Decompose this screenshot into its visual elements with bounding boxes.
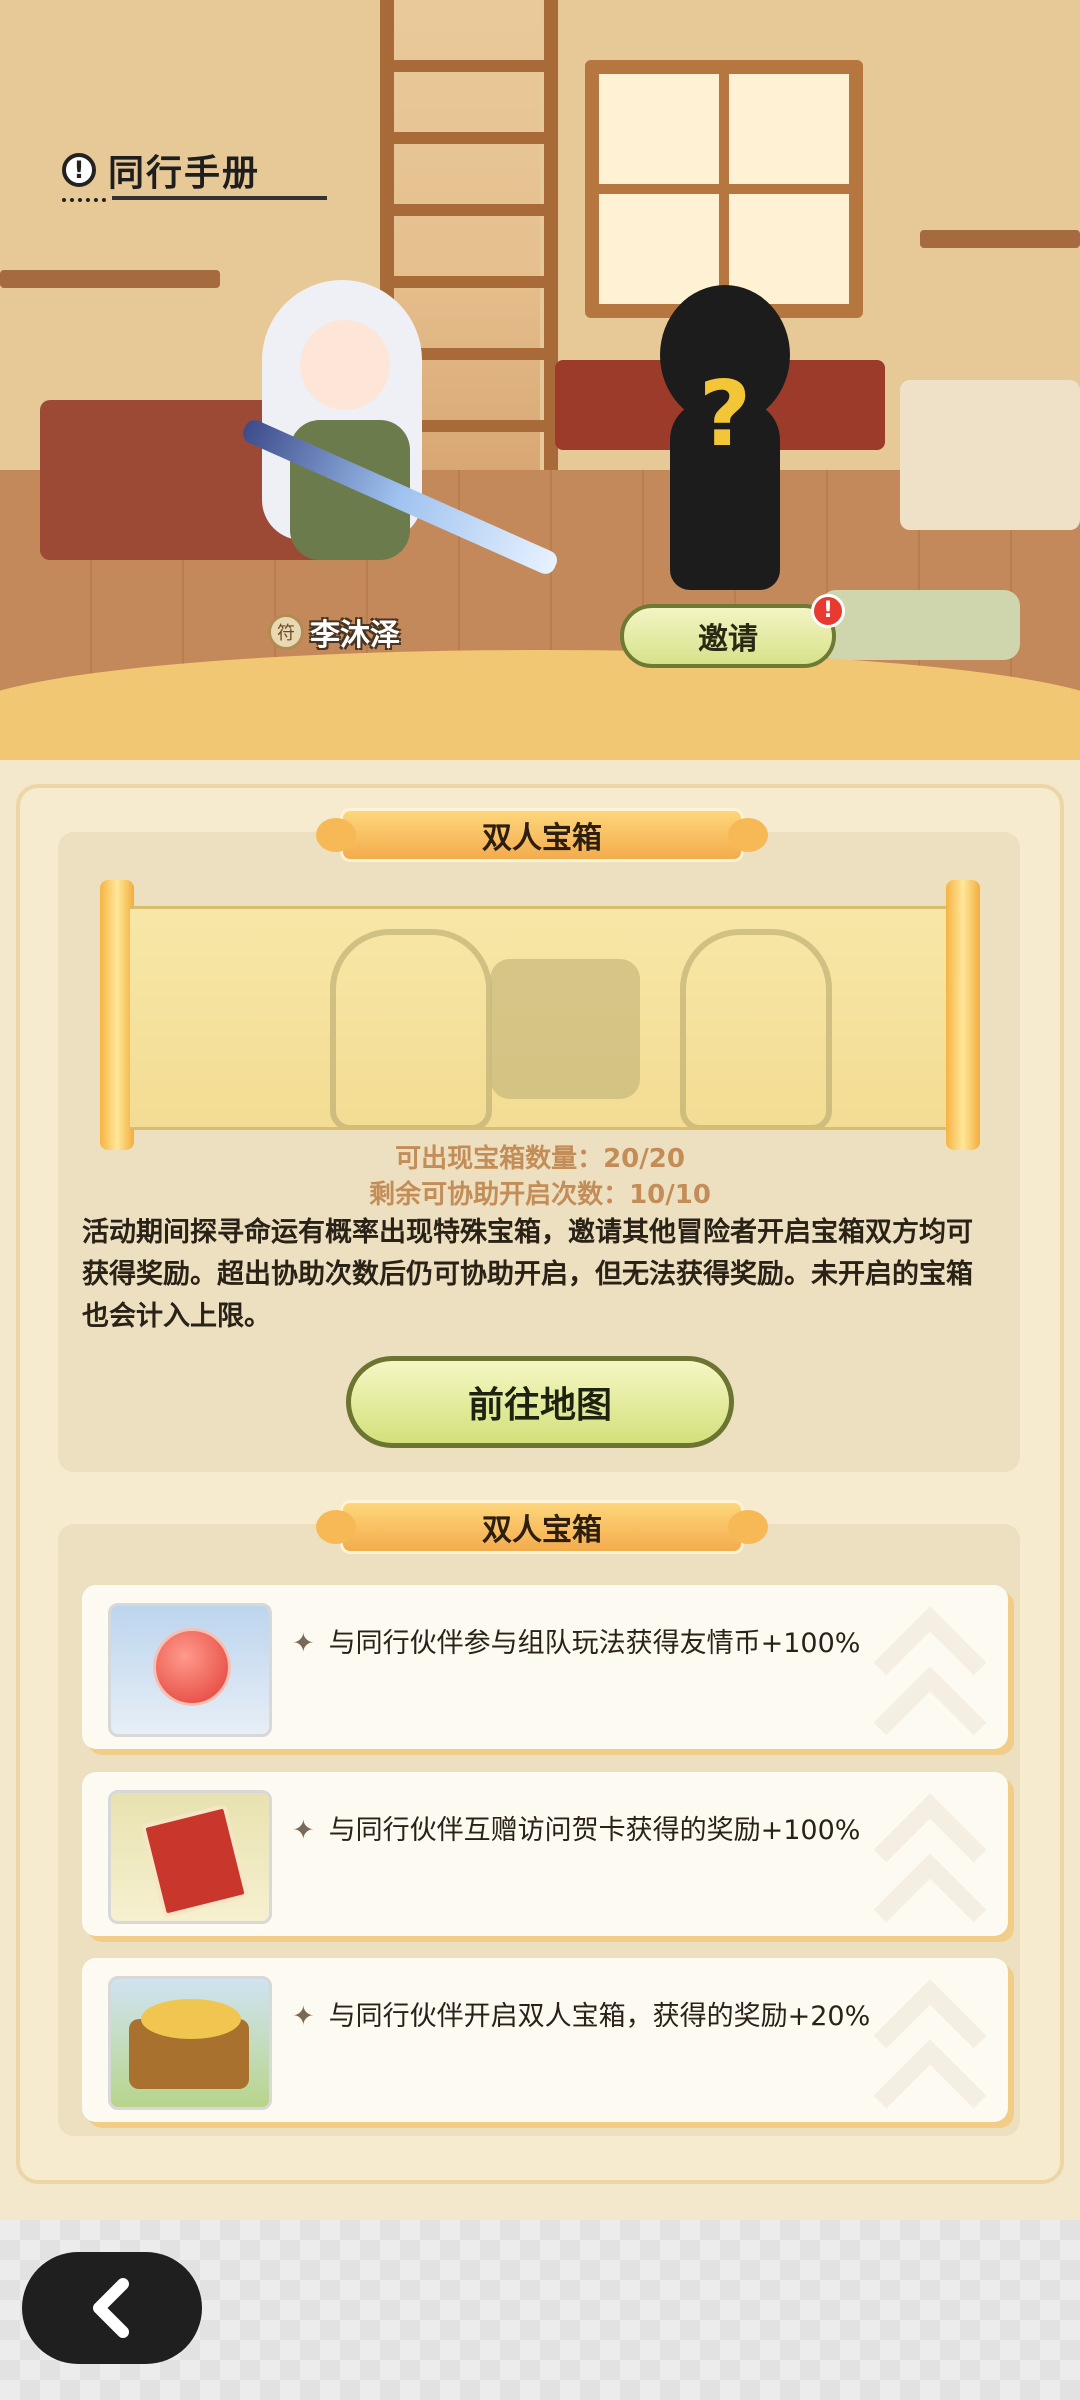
scroll-paper xyxy=(130,906,950,1130)
scroll-rod-left xyxy=(100,880,134,1150)
chest-section-title: 双人宝箱 xyxy=(316,808,768,862)
shelf xyxy=(920,230,1080,248)
perk-text: ✦ 与同行伙伴互赠访问贺卡获得的奖励+100% xyxy=(292,1815,861,1846)
perk-section-title: 双人宝箱 xyxy=(316,1500,768,1554)
invite-button[interactable]: 邀请 xyxy=(620,604,836,668)
cushion xyxy=(820,590,1020,660)
window xyxy=(585,60,863,318)
chevron-up-decoration xyxy=(873,1979,987,2109)
goto-map-button[interactable]: 前往地图 xyxy=(346,1356,734,1448)
perk-text: ✦ 与同行伙伴开启双人宝箱，获得的奖励+20% xyxy=(292,2001,871,2032)
hero-name-tag: 符 李沐泽 xyxy=(268,610,400,654)
chevron-up-decoration xyxy=(873,1793,987,1923)
scroll-rod-right xyxy=(946,880,980,1150)
page-title: 同行手册 xyxy=(108,153,261,194)
question-mark-icon: ? xyxy=(698,362,752,467)
chest-description: 活动期间探寻命运有概率出现特殊宝箱，邀请其他冒险者开启宝箱双方均可获得奖励。超出… xyxy=(82,1217,973,1332)
perk-row: ✦ 与同行伙伴开启双人宝箱，获得的奖励+20% xyxy=(82,1958,1008,2122)
rank-medal-icon: 符 xyxy=(268,614,304,650)
header-dots xyxy=(62,198,106,206)
sand-dune xyxy=(0,650,1080,760)
hero-face xyxy=(300,320,390,410)
back-arrow-icon xyxy=(93,2278,129,2338)
invite-alert-badge: ! xyxy=(811,594,845,628)
treasure-chest-icon xyxy=(490,959,640,1099)
chevron-up-decoration xyxy=(873,1606,987,1736)
treasure-pile-icon xyxy=(108,1976,272,2110)
perk-row: ✦ 与同行伙伴互赠访问贺卡获得的奖励+100% xyxy=(82,1772,1008,1936)
mage-sketch xyxy=(680,929,832,1127)
greeting-card-icon xyxy=(108,1790,272,1924)
perk-text: ✦ 与同行伙伴参与组队玩法获得友情币+100% xyxy=(292,1628,861,1659)
header-underline xyxy=(112,196,327,200)
assist-count: 剩余可协助开启次数：10/10 xyxy=(369,1180,711,1210)
page-header: ! 同行手册 xyxy=(62,140,260,200)
info-icon[interactable]: ! xyxy=(62,153,96,187)
hero-scene: ? xyxy=(0,0,1080,760)
friendship-coin-icon xyxy=(108,1603,272,1737)
hero-name: 李沐泽 xyxy=(310,618,400,653)
chest-count: 可出现宝箱数量：20/20 xyxy=(395,1144,685,1174)
back-button[interactable] xyxy=(22,2252,202,2364)
stove-right xyxy=(900,380,1080,530)
perk-row: ✦ 与同行伙伴参与组队玩法获得友情币+100% xyxy=(82,1585,1008,1749)
shelf xyxy=(0,270,220,288)
chest-scroll-banner xyxy=(100,880,980,1150)
swordsman-sketch xyxy=(330,929,492,1127)
